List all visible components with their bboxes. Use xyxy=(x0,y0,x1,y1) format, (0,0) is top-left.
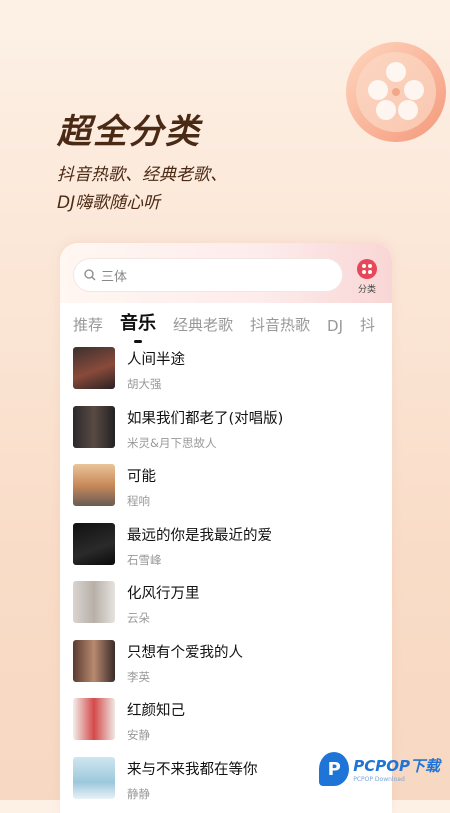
tab-more[interactable]: 抖 xyxy=(360,314,375,335)
album-cover xyxy=(73,347,115,389)
song-row[interactable]: 最远的你是我最近的爱 石雪峰 xyxy=(73,523,283,582)
album-cover xyxy=(73,464,115,506)
film-reel-icon xyxy=(334,30,450,150)
pcpop-logo-icon: P xyxy=(319,752,349,786)
album-cover xyxy=(73,406,115,448)
song-list: 人间半途 胡大强 如果我们都老了(对唱版) 米灵&月下思故人 可能 程响 最远的… xyxy=(73,347,283,813)
song-title: 化风行万里 xyxy=(127,582,200,603)
song-title: 红颜知己 xyxy=(127,699,185,720)
promo-subtitle-line2: DJ嗨歌随心听 xyxy=(57,188,160,213)
tab-classic-oldies[interactable]: 经典老歌 xyxy=(173,314,233,335)
watermark-brand: PCPOP下载 xyxy=(353,755,440,776)
album-cover xyxy=(73,698,115,740)
song-row[interactable]: 人间半途 胡大强 xyxy=(73,347,283,406)
category-button[interactable]: 分类 xyxy=(354,259,380,295)
song-row[interactable]: 红颜知己 安静 xyxy=(73,698,283,757)
category-dots-icon xyxy=(357,259,377,279)
promo-headline: 超全分类 xyxy=(57,104,201,153)
song-row[interactable]: 如果我们都老了(对唱版) 米灵&月下思故人 xyxy=(73,406,283,465)
song-artist: 李英 xyxy=(127,669,243,685)
song-row[interactable]: 化风行万里 云朵 xyxy=(73,581,283,640)
promo-subtitle-line1: 抖音热歌、经典老歌、 xyxy=(57,160,227,185)
tab-douyin-hits[interactable]: 抖音热歌 xyxy=(250,314,310,335)
tab-dj[interactable]: DJ xyxy=(327,317,343,335)
search-icon xyxy=(84,269,96,281)
tab-music[interactable]: 音乐 xyxy=(120,309,156,335)
song-artist: 静静 xyxy=(127,786,258,802)
song-title: 可能 xyxy=(127,465,156,486)
app-preview-panel: 三体 分类 推荐 音乐 经典老歌 抖音热歌 DJ 抖 人间半途 胡大强 xyxy=(60,243,392,813)
song-artist: 安静 xyxy=(127,727,185,743)
song-artist: 程响 xyxy=(127,493,156,509)
song-title: 如果我们都老了(对唱版) xyxy=(127,407,283,428)
song-row[interactable]: 可能 程响 xyxy=(73,464,283,523)
album-cover xyxy=(73,581,115,623)
category-label: 分类 xyxy=(354,282,380,295)
watermark-sub: PCPOP Download xyxy=(353,776,440,783)
song-title: 只想有个爱我的人 xyxy=(127,641,243,662)
song-title: 人间半途 xyxy=(127,348,185,369)
album-cover xyxy=(73,640,115,682)
search-placeholder: 三体 xyxy=(101,266,127,285)
song-title: 最远的你是我最近的爱 xyxy=(127,524,272,545)
song-row[interactable]: 来与不来我都在等你 静静 xyxy=(73,757,283,813)
song-row[interactable]: 只想有个爱我的人 李英 xyxy=(73,640,283,699)
song-artist: 米灵&月下思故人 xyxy=(127,435,283,451)
album-cover xyxy=(73,523,115,565)
search-input[interactable]: 三体 xyxy=(74,259,342,291)
song-artist: 云朵 xyxy=(127,610,200,626)
album-cover xyxy=(73,757,115,799)
song-title: 来与不来我都在等你 xyxy=(127,758,258,779)
tab-recommend[interactable]: 推荐 xyxy=(73,314,103,335)
song-artist: 胡大强 xyxy=(127,376,185,392)
song-artist: 石雪峰 xyxy=(127,552,272,568)
pcpop-watermark: P PCPOP下载 PCPOP Download xyxy=(319,752,440,786)
category-tabs: 推荐 音乐 经典老歌 抖音热歌 DJ 抖 xyxy=(73,309,392,335)
